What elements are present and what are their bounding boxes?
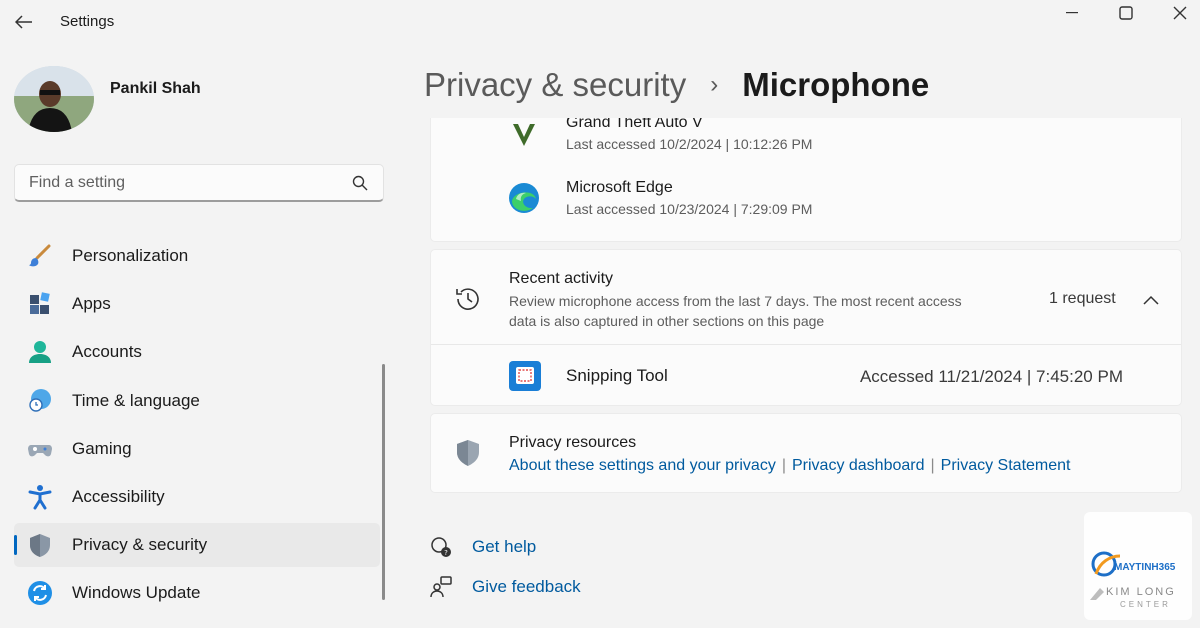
sidebar-item-label: Personalization — [72, 246, 189, 265]
give-feedback-link[interactable]: Give feedback — [472, 577, 581, 597]
watermark-brand: MAYTINH365 — [1114, 562, 1176, 573]
user-profile[interactable]: Pankil Shah — [14, 66, 374, 136]
globe-clock-icon — [26, 387, 54, 415]
user-name: Pankil Shah — [110, 80, 201, 97]
sidebar-item-privacy-security[interactable]: Privacy & security — [14, 523, 380, 568]
privacy-dashboard-link[interactable]: Privacy dashboard — [792, 457, 925, 474]
privacy-resources-card: Privacy resources About these settings a… — [430, 413, 1182, 493]
watermark-logo: MAYTINH365 KIM LONG CENTER — [1084, 512, 1192, 620]
app-row-edge: Microsoft Edge Last accessed 10/23/2024 … — [431, 173, 1181, 223]
accessibility-icon — [26, 483, 54, 511]
feedback-icon — [428, 574, 454, 600]
app-name: Microsoft Edge — [566, 179, 673, 196]
maximize-button[interactable] — [1106, 2, 1146, 24]
watermark-name: KIM LONG — [1106, 586, 1176, 598]
chevron-up-icon[interactable] — [1139, 288, 1163, 312]
breadcrumb-separator: › — [710, 71, 719, 98]
window-title: Settings — [60, 13, 115, 30]
app-access-list: Grand Theft Auto V Last accessed 10/2/20… — [430, 118, 1182, 242]
app-name: Snipping Tool — [566, 366, 668, 385]
sidebar-item-time-language[interactable]: Time & language — [14, 379, 380, 423]
breadcrumb: Privacy & security › Microphone — [424, 60, 929, 110]
recent-activity-title: Recent activity — [509, 270, 614, 287]
shield-icon — [453, 438, 483, 468]
recent-activity-entry: Snipping Tool Accessed 11/21/2024 | 7:45… — [431, 345, 1181, 405]
app-name: Grand Theft Auto V — [566, 118, 703, 131]
sidebar-item-windows-update[interactable]: Windows Update — [14, 571, 380, 615]
help-icon: ? — [428, 534, 454, 560]
sidebar-item-label: Time & language — [72, 390, 200, 410]
brush-icon — [26, 242, 54, 270]
privacy-statement-link[interactable]: Privacy Statement — [941, 457, 1071, 474]
link-separator: | — [781, 457, 786, 474]
sidebar-nav: Personalization Apps Accounts Time & lan… — [14, 234, 380, 620]
recent-activity-header[interactable]: Recent activity Review microphone access… — [431, 250, 1181, 344]
get-help-row[interactable]: ? Get help — [428, 532, 536, 562]
sidebar-scrollbar[interactable] — [382, 364, 385, 600]
sidebar-item-label: Accessibility — [72, 486, 165, 506]
request-count: 1 request — [1049, 290, 1116, 307]
watermark-sub: CENTER — [1120, 600, 1171, 609]
sidebar-item-label: Accounts — [72, 342, 142, 362]
search-input[interactable] — [29, 173, 351, 192]
privacy-resources-title: Privacy resources — [509, 434, 637, 451]
gta-icon — [507, 118, 541, 150]
sidebar-item-label: Privacy & security — [72, 535, 208, 555]
back-button[interactable] — [10, 8, 38, 36]
shield-icon — [26, 531, 54, 559]
sidebar-item-gaming[interactable]: Gaming — [14, 427, 380, 471]
page-title: Microphone — [742, 66, 930, 103]
sync-icon — [26, 579, 54, 607]
link-separator: | — [930, 457, 935, 474]
app-row-gta: Grand Theft Auto V Last accessed 10/2/20… — [431, 118, 1181, 158]
access-timestamp: Accessed 11/21/2024 | 7:45:20 PM — [859, 367, 1123, 386]
app-last-accessed: Last accessed 10/2/2024 | 10:12:26 PM — [566, 136, 813, 152]
apps-icon — [26, 290, 54, 318]
person-icon — [26, 338, 54, 366]
sidebar-item-label: Gaming — [72, 438, 132, 458]
close-button[interactable] — [1160, 2, 1200, 24]
history-icon — [453, 284, 483, 314]
svg-text:?: ? — [444, 549, 448, 557]
sidebar-item-accessibility[interactable]: Accessibility — [14, 475, 380, 519]
breadcrumb-parent[interactable]: Privacy & security — [424, 66, 686, 104]
search-box[interactable] — [14, 164, 384, 202]
snipping-tool-icon — [509, 361, 541, 391]
sidebar-item-personalization[interactable]: Personalization — [14, 234, 380, 278]
title-bar: Settings — [0, 0, 1200, 44]
back-arrow-icon — [15, 15, 32, 29]
minimize-button[interactable] — [1052, 2, 1092, 24]
sidebar-item-label: Apps — [72, 294, 111, 314]
get-help-link[interactable]: Get help — [472, 537, 536, 557]
app-last-accessed: Last accessed 10/23/2024 | 7:29:09 PM — [566, 201, 813, 217]
avatar — [14, 66, 94, 132]
gamepad-icon — [26, 435, 54, 463]
sidebar-item-accounts[interactable]: Accounts — [14, 330, 380, 374]
search-icon[interactable] — [351, 174, 369, 192]
maximize-icon — [1119, 6, 1133, 20]
recent-activity-description: Review microphone access from the last 7… — [509, 293, 962, 329]
close-icon — [1173, 6, 1187, 20]
recent-activity-card: Recent activity Review microphone access… — [430, 249, 1182, 406]
edge-icon — [507, 181, 541, 215]
about-privacy-link[interactable]: About these settings and your privacy — [509, 457, 776, 474]
sidebar-item-label: Windows Update — [72, 583, 201, 603]
give-feedback-row[interactable]: Give feedback — [428, 572, 581, 602]
sidebar-item-apps[interactable]: Apps — [14, 282, 380, 326]
privacy-resources-links: About these settings and your privacy | Pr… — [509, 457, 1070, 475]
minimize-icon — [1066, 12, 1078, 14]
